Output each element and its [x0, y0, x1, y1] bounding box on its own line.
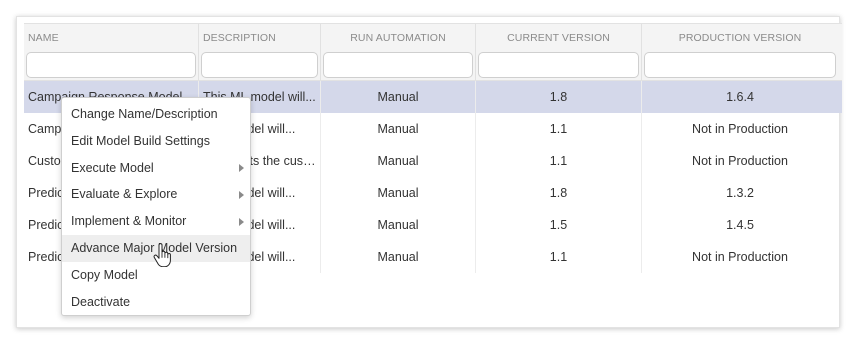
cell-run-automation: Manual — [321, 145, 476, 177]
column-header-name[interactable]: NAME — [24, 24, 199, 80]
cell-production-version: 1.6.4 — [726, 90, 754, 104]
run-automation-filter-input[interactable] — [323, 52, 473, 78]
column-header-production-version[interactable]: PRODUCTION VERSION — [642, 24, 838, 80]
menu-item-edit-model-build-settings[interactable]: Edit Model Build Settings — [62, 128, 250, 155]
name-filter-input[interactable] — [26, 52, 196, 78]
menu-item-label: Evaluate & Explore — [71, 187, 178, 202]
chevron-right-icon — [239, 190, 244, 199]
column-label-run-automation: RUN AUTOMATION — [350, 32, 446, 44]
grid-header: NAME DESCRIPTION RUN AUTOMATION CURRENT … — [24, 23, 842, 81]
cell-current-version: 1.8 — [476, 81, 642, 113]
cell-production-version: Not in Production — [692, 154, 788, 168]
cell-current-version: 1.8 — [476, 177, 642, 209]
cell-run-automation: Manual — [321, 241, 476, 273]
cell-run-automation: Manual — [321, 113, 476, 145]
menu-item-label: Execute Model — [71, 160, 154, 175]
cell-production-version: 1.3.2 — [726, 186, 754, 200]
menu-item-change-name-description[interactable]: Change Name/Description — [62, 101, 250, 128]
context-menu: Change Name/Description Edit Model Build… — [61, 97, 251, 316]
column-label-current-version: CURRENT VERSION — [507, 32, 610, 44]
chevron-right-icon — [239, 217, 244, 226]
cell-run-automation: Manual — [321, 209, 476, 241]
menu-item-label: Change Name/Description — [71, 107, 218, 121]
current-version-filter-input[interactable] — [478, 52, 639, 78]
cell-current-version: 1.1 — [476, 145, 642, 177]
menu-item-label: Edit Model Build Settings — [71, 133, 210, 148]
column-label-name: NAME — [28, 32, 59, 44]
menu-item-label: Copy Model — [71, 267, 138, 282]
cell-current-version: 1.5 — [476, 209, 642, 241]
cell-production-version: Not in Production — [692, 122, 788, 136]
cell-current-version: 1.1 — [476, 241, 642, 273]
column-label-description: DESCRIPTION — [203, 32, 276, 44]
cell-production-version: 1.4.5 — [726, 218, 754, 232]
cell-current-version: 1.1 — [476, 113, 642, 145]
chevron-right-icon — [239, 163, 244, 172]
menu-item-label: Implement & Monitor — [71, 214, 187, 229]
column-header-current-version[interactable]: CURRENT VERSION — [476, 24, 642, 80]
menu-item-evaluate-explore[interactable]: Evaluate & Explore — [62, 181, 250, 208]
column-header-description[interactable]: DESCRIPTION — [199, 24, 321, 80]
cell-production-version: Not in Production — [692, 250, 788, 264]
cell-run-automation: Manual — [321, 177, 476, 209]
description-filter-input[interactable] — [201, 52, 318, 78]
column-header-run-automation[interactable]: RUN AUTOMATION — [321, 24, 476, 80]
hand-pointer-icon — [153, 243, 171, 267]
production-version-filter-input[interactable] — [644, 52, 836, 78]
menu-item-deactivate[interactable]: Deactivate — [62, 289, 250, 316]
cell-run-automation: Manual — [321, 81, 476, 113]
menu-item-implement-monitor[interactable]: Implement & Monitor — [62, 208, 250, 235]
menu-item-execute-model[interactable]: Execute Model — [62, 155, 250, 182]
column-label-production-version: PRODUCTION VERSION — [678, 32, 802, 44]
menu-item-label: Deactivate — [71, 294, 131, 309]
